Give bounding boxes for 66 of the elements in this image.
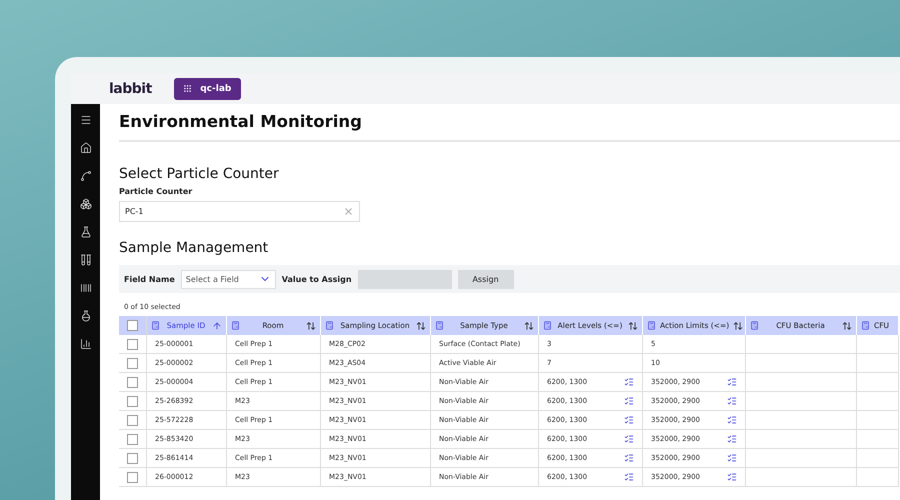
calculator-icon bbox=[750, 321, 759, 330]
row-checkbox[interactable] bbox=[127, 358, 138, 368]
table-cell bbox=[857, 468, 899, 487]
assign-button[interactable]: Assign bbox=[458, 270, 514, 288]
table-cell bbox=[857, 449, 899, 468]
calculator-icon bbox=[861, 321, 870, 330]
test-tubes-icon[interactable] bbox=[80, 254, 92, 266]
path-icon[interactable] bbox=[80, 170, 92, 182]
grid-icon bbox=[183, 84, 192, 93]
field-select[interactable]: Select a Field bbox=[180, 270, 276, 288]
list-icon[interactable] bbox=[624, 472, 634, 482]
list-icon[interactable] bbox=[727, 415, 737, 425]
calculator-icon bbox=[231, 321, 240, 330]
row-checkbox[interactable] bbox=[127, 396, 138, 406]
list-icon[interactable] bbox=[624, 434, 634, 444]
sort-ascending-icon[interactable] bbox=[212, 320, 222, 330]
table-cell bbox=[857, 354, 899, 373]
field-label: Particle Counter bbox=[119, 187, 194, 196]
sort-icon[interactable] bbox=[306, 320, 316, 330]
logo: labbit bbox=[109, 80, 152, 96]
round-flask-icon[interactable] bbox=[80, 310, 92, 322]
row-checkbox[interactable] bbox=[127, 376, 138, 388]
workspace-button[interactable]: qc-lab bbox=[174, 78, 241, 100]
list-icon[interactable] bbox=[727, 453, 737, 463]
sort-icon[interactable] bbox=[733, 320, 744, 330]
bar-chart-icon[interactable] bbox=[80, 338, 92, 350]
page-title: Environmental Monitoring bbox=[119, 112, 900, 142]
boxes-icon[interactable] bbox=[80, 198, 92, 210]
list-icon[interactable] bbox=[624, 396, 634, 406]
list-icon[interactable] bbox=[727, 472, 737, 482]
section-heading: Sample Management bbox=[119, 240, 270, 256]
field-label: Field Name bbox=[124, 274, 175, 284]
sort-icon[interactable] bbox=[628, 320, 638, 330]
row-checkbox[interactable] bbox=[127, 414, 138, 426]
menu-icon[interactable] bbox=[80, 114, 92, 126]
calculator-icon bbox=[543, 321, 552, 330]
row-checkbox[interactable] bbox=[127, 434, 138, 444]
sort-icon[interactable] bbox=[416, 320, 426, 330]
select-all-checkbox[interactable] bbox=[127, 320, 138, 331]
particle-counter-field[interactable]: PC-1 bbox=[119, 201, 360, 222]
flask-icon[interactable] bbox=[80, 226, 92, 238]
calculator-icon bbox=[325, 321, 334, 330]
row-checkbox[interactable] bbox=[127, 338, 138, 350]
calculator-icon bbox=[151, 321, 160, 330]
table-cell bbox=[857, 392, 899, 411]
calculator-icon bbox=[647, 321, 656, 330]
list-icon[interactable] bbox=[727, 377, 737, 387]
list-icon[interactable] bbox=[624, 377, 634, 387]
barcode-icon[interactable] bbox=[80, 282, 92, 294]
table-cell bbox=[857, 411, 899, 430]
list-icon[interactable] bbox=[624, 453, 634, 463]
sort-icon[interactable] bbox=[842, 320, 852, 330]
list-icon[interactable] bbox=[727, 396, 737, 406]
list-icon[interactable] bbox=[727, 434, 737, 444]
row-checkbox[interactable] bbox=[127, 452, 138, 464]
sort-icon[interactable] bbox=[524, 320, 534, 330]
row-checkbox[interactable] bbox=[127, 472, 138, 482]
list-icon[interactable] bbox=[624, 415, 634, 425]
table-cell bbox=[857, 430, 899, 449]
section-heading: Select Particle Counter bbox=[119, 166, 280, 182]
table-cell bbox=[857, 373, 899, 392]
home-icon[interactable] bbox=[80, 142, 92, 154]
calculator-icon bbox=[435, 321, 444, 330]
value-field[interactable] bbox=[358, 270, 452, 288]
table-cell bbox=[857, 335, 899, 354]
field-label: Value to Assign bbox=[282, 274, 352, 284]
